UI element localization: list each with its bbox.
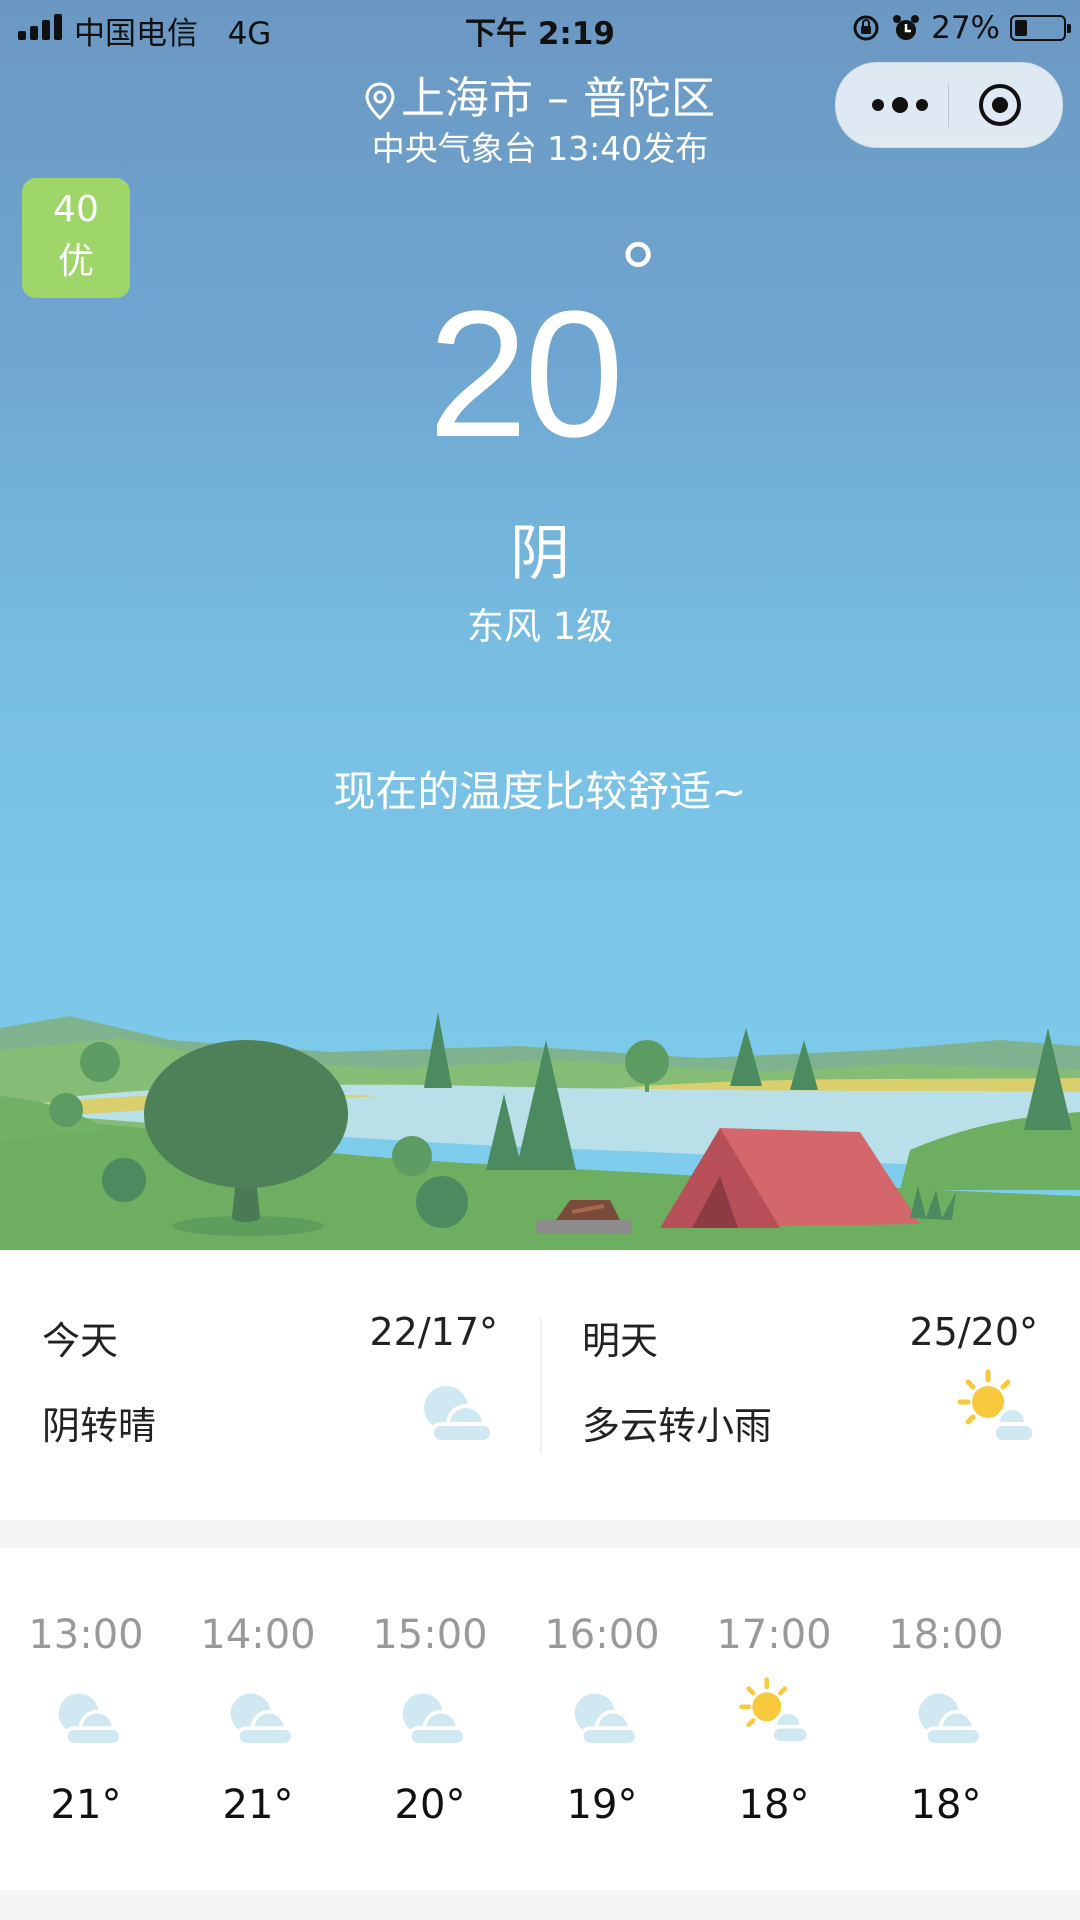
hourly-temp: 21° (222, 1782, 294, 1828)
cloud-icon (904, 1686, 988, 1756)
sun-cloud-icon (732, 1676, 816, 1756)
sun-cloud-icon (957, 1369, 1036, 1444)
hourly-time: 14:00 (200, 1612, 316, 1658)
close-miniprogram-button[interactable] (978, 83, 1022, 127)
hourly-time: 15:00 (372, 1612, 488, 1658)
aqi-level: 优 (57, 241, 94, 282)
capsule-divider (948, 83, 949, 127)
degree-symbol: ° (620, 225, 656, 325)
cloud-icon (560, 1686, 644, 1756)
wind-info: 东风 1级 (466, 605, 614, 648)
aqi-badge[interactable]: 40 优 (22, 178, 130, 298)
hourly-time: 18:00 (888, 1612, 1004, 1658)
miniprogram-capsule (835, 62, 1063, 148)
hourly-temp: 19° (566, 1782, 638, 1828)
landscape-illustration (0, 1012, 1080, 1250)
hourly-time: 13:00 (28, 1612, 144, 1658)
location-pin-icon (365, 82, 395, 121)
location-name: 上海市 – 普陀区 (401, 73, 715, 124)
temp-range: 25/20° (909, 1310, 1038, 1354)
status-bar: 中国电信 4G 下午 2:19 27% (0, 0, 1080, 56)
cloud-icon (388, 1686, 472, 1756)
hourly-temp: 20° (394, 1782, 466, 1828)
hourly-time: 1 (1032, 1612, 1080, 1658)
battery-percent: 27% (931, 10, 1000, 46)
hourly-time: 17:00 (716, 1612, 832, 1658)
forecast-tomorrow[interactable]: 明天 25/20° 多云转小雨 (540, 1250, 1080, 1520)
hourly-temp: 21° (50, 1782, 122, 1828)
comfort-tip: 现在的温度比较舒适~ (333, 767, 747, 816)
cloud-icon (424, 1386, 494, 1444)
hourly-time: 16:00 (544, 1612, 660, 1658)
alarm-icon (893, 15, 920, 40)
battery-icon (1010, 15, 1071, 41)
hourly-temp: 18° (910, 1782, 982, 1828)
cloud-icon (44, 1686, 128, 1756)
day-label: 明天 (582, 1319, 659, 1363)
aqi-value: 40 (53, 189, 99, 230)
hourly-temp: 18° (738, 1782, 810, 1828)
day-label: 今天 (42, 1319, 119, 1363)
temp-range: 22/17° (369, 1310, 498, 1354)
current-condition: 阴 (510, 519, 570, 589)
rotation-lock-icon (853, 15, 879, 41)
hourly-forecast[interactable]: 13:00 21° 14:00 21° 15:00 20° 16:00 19° 17:00 18°… (0, 1548, 1080, 1890)
temperature-value: 20 (427, 274, 624, 475)
more-button[interactable] (870, 91, 930, 119)
forecast-today[interactable]: 今天 22/17° 阴转晴 (0, 1250, 540, 1520)
current-temperature: 20° (0, 230, 1080, 465)
day-weather-desc: 多云转小雨 (582, 1404, 773, 1448)
cloud-icon (216, 1686, 300, 1756)
day-weather-desc: 阴转晴 (42, 1404, 157, 1448)
weather-hero: 中国电信 4G 下午 2:19 27% 上海市 – 普陀区 中央气象台 13:4 (0, 0, 1080, 1250)
daily-forecast: 今天 22/17° 阴转晴 明天 25/20° 多云转小雨 (0, 1250, 1080, 1520)
